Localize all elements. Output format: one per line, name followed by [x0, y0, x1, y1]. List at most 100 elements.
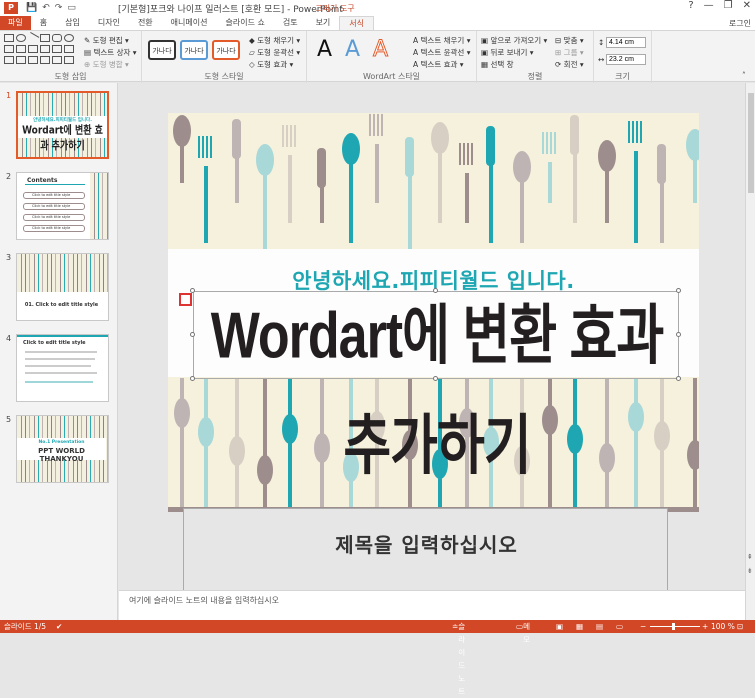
merge-shapes-button[interactable]: ⊕ 도형 병합 ▾	[84, 59, 129, 70]
oval-shape-icon[interactable]	[16, 34, 26, 42]
slide-thumbnail-5[interactable]: No.1 Presentation PPT WORLD THANKYOU	[16, 415, 109, 483]
shape-style-swatch-3[interactable]: 가나다	[212, 40, 240, 60]
bring-forward-button[interactable]: ▣ 앞으로 가져오기 ▾	[481, 35, 547, 46]
slideshow-icon[interactable]: ▭	[67, 3, 76, 13]
slideshow-view-icon[interactable]: ▭	[616, 620, 623, 633]
shape-height-input[interactable]	[606, 37, 646, 48]
redo-icon[interactable]: ↷	[55, 3, 63, 13]
notes-pane[interactable]: 여기에 슬라이드 노트의 내용을 입력하십시오	[119, 590, 745, 620]
zoom-level[interactable]: 100 %	[711, 620, 735, 633]
more-shapes-icon[interactable]	[64, 56, 74, 64]
shape-style-swatch-2[interactable]: 가나다	[180, 40, 208, 60]
save-icon[interactable]: 💾	[26, 3, 37, 13]
shape-style-swatch-1[interactable]: 가나다	[148, 40, 176, 60]
resize-handle-br[interactable]	[676, 376, 681, 381]
rotate-button[interactable]: ⟳ 회전 ▾	[555, 59, 584, 70]
prev-slide-icon[interactable]: ⇞	[747, 553, 753, 561]
slide-thumbnail-2[interactable]: Contents Click to edit title style Click…	[16, 172, 109, 240]
tab-home[interactable]: 홈	[31, 16, 56, 30]
fit-slide-icon[interactable]: ⊡	[737, 620, 743, 633]
circle-shape-icon[interactable]	[64, 34, 74, 42]
text-effects-button[interactable]: A 텍스트 효과 ▾	[413, 59, 464, 70]
line-shape-icon[interactable]	[26, 32, 40, 44]
slide-thumbnail-3[interactable]: 01. Click to edit title style	[16, 253, 109, 321]
wordart-style-blue[interactable]: A	[345, 38, 360, 62]
thumb-number-1: 1	[6, 91, 12, 100]
undo-icon[interactable]: ↶	[42, 3, 50, 13]
thumb-2-item: Click to edit title style	[23, 225, 85, 232]
tab-transitions[interactable]: 전환	[129, 16, 162, 30]
resize-handle-bottom[interactable]	[433, 376, 438, 381]
shape-effects-button[interactable]: ◇ 도형 효과 ▾	[249, 59, 293, 70]
edit-shape-button[interactable]: ✎ 도형 편집 ▾	[84, 35, 129, 46]
flowchart-shape-icon[interactable]	[64, 45, 74, 53]
cube-shape-icon[interactable]	[40, 56, 50, 64]
brace-shape-icon[interactable]	[40, 45, 50, 53]
callout-shape-icon[interactable]	[28, 45, 38, 53]
tab-review[interactable]: 검토	[274, 16, 307, 30]
scrollbar-thumb[interactable]	[748, 93, 754, 193]
moon-shape-icon[interactable]	[28, 56, 38, 64]
resize-handle-tr[interactable]	[676, 288, 681, 293]
block-arrow-icon[interactable]	[52, 45, 62, 53]
align-button[interactable]: ⊟ 맞춤 ▾	[555, 35, 584, 46]
resize-handle-left[interactable]	[190, 332, 195, 337]
tab-view[interactable]: 보기	[307, 16, 340, 30]
minimize-icon[interactable]: —	[704, 0, 714, 11]
wordart-style-black[interactable]: A	[317, 38, 332, 62]
resize-handle-right[interactable]	[676, 332, 681, 337]
group-button[interactable]: ⊞ 그룹 ▾	[555, 47, 584, 58]
wordart-text[interactable]: Wordart에 변환 효과 추가하기	[194, 281, 680, 483]
reading-view-icon[interactable]: ▤	[596, 620, 603, 633]
resize-handle-bl[interactable]	[190, 376, 195, 381]
heart-shape-icon[interactable]	[16, 56, 26, 64]
arrow-shape-icon[interactable]	[40, 34, 50, 42]
send-backward-button[interactable]: ▣ 뒤로 보내기 ▾	[481, 47, 534, 58]
slide-thumbnail-1[interactable]: 안녕하세요.피피티월드 입니다. Wordart에 변환 효과 추가하기	[16, 91, 109, 159]
selection-pane-button[interactable]: ▦ 선택 창	[481, 59, 514, 70]
wordart-textbox[interactable]: Wordart에 변환 효과 추가하기	[193, 291, 679, 482]
text-fill-button[interactable]: A 텍스트 채우기 ▾	[413, 35, 470, 46]
slide-sorter-icon[interactable]: ▦	[576, 620, 583, 633]
resize-handle-top[interactable]	[433, 288, 438, 293]
tab-slideshow[interactable]: 슬라이드 쇼	[216, 16, 273, 30]
notes-button[interactable]: ≐ 슬라이드 노트	[452, 620, 465, 696]
text-box-button[interactable]: ▤ 텍스트 상자 ▾	[84, 47, 137, 58]
next-slide-icon[interactable]: ⇟	[747, 567, 753, 575]
zoom-slider[interactable]	[650, 626, 700, 627]
restore-icon[interactable]: ❐	[724, 0, 733, 11]
window-title: [기본형]포크와 나이프 일러스트 [호환 모드] - PowerPoint	[118, 5, 343, 15]
vertical-scrollbar[interactable]: ⇞ ⇟	[745, 83, 755, 620]
tab-insert[interactable]: 삽입	[56, 16, 89, 30]
curve-shape-icon[interactable]	[4, 56, 14, 64]
triangle-shape-icon[interactable]	[4, 45, 14, 53]
comments-button[interactable]: ▭ 메모	[516, 620, 530, 644]
tab-file[interactable]: 파일	[0, 16, 31, 30]
zoom-out-icon[interactable]: −	[640, 620, 646, 633]
zoom-slider-thumb[interactable]	[672, 623, 675, 630]
thumb-number-5: 5	[6, 415, 12, 424]
layout-options-icon[interactable]	[179, 293, 192, 306]
thumb-number-4: 4	[6, 334, 12, 343]
normal-view-icon[interactable]: ▣	[556, 620, 563, 633]
shape-width-input[interactable]	[606, 54, 646, 65]
shape-outline-button[interactable]: ▱ 도형 윤곽선 ▾	[249, 47, 300, 58]
tab-animations[interactable]: 애니메이션	[162, 16, 217, 30]
collapse-ribbon-icon[interactable]: ˄	[742, 71, 746, 80]
text-outline-button[interactable]: A 텍스트 윤곽선 ▾	[413, 47, 470, 58]
wordart-style-outline[interactable]: A	[372, 37, 388, 62]
slide-thumbnail-4[interactable]: Click to edit title style	[16, 334, 109, 402]
rounded-rect-icon[interactable]	[52, 34, 62, 42]
slide-1[interactable]: 안녕하세요.피피티월드 입니다. Wordart에 변환 효과 추가하기	[168, 113, 699, 512]
tab-design[interactable]: 디자인	[89, 16, 129, 30]
close-icon[interactable]: ✕	[743, 0, 751, 11]
rectangle-shape-icon[interactable]	[4, 34, 14, 42]
spellcheck-icon[interactable]: ✔	[56, 620, 62, 633]
shape-fill-button[interactable]: ◆ 도형 채우기 ▾	[249, 35, 300, 46]
login-link[interactable]: 로그인	[729, 18, 751, 29]
tab-format[interactable]: 서식	[339, 16, 375, 30]
banner-shape-icon[interactable]	[52, 56, 62, 64]
help-icon[interactable]: ?	[688, 0, 693, 11]
zoom-in-icon[interactable]: +	[702, 620, 708, 633]
star-shape-icon[interactable]	[16, 45, 26, 53]
